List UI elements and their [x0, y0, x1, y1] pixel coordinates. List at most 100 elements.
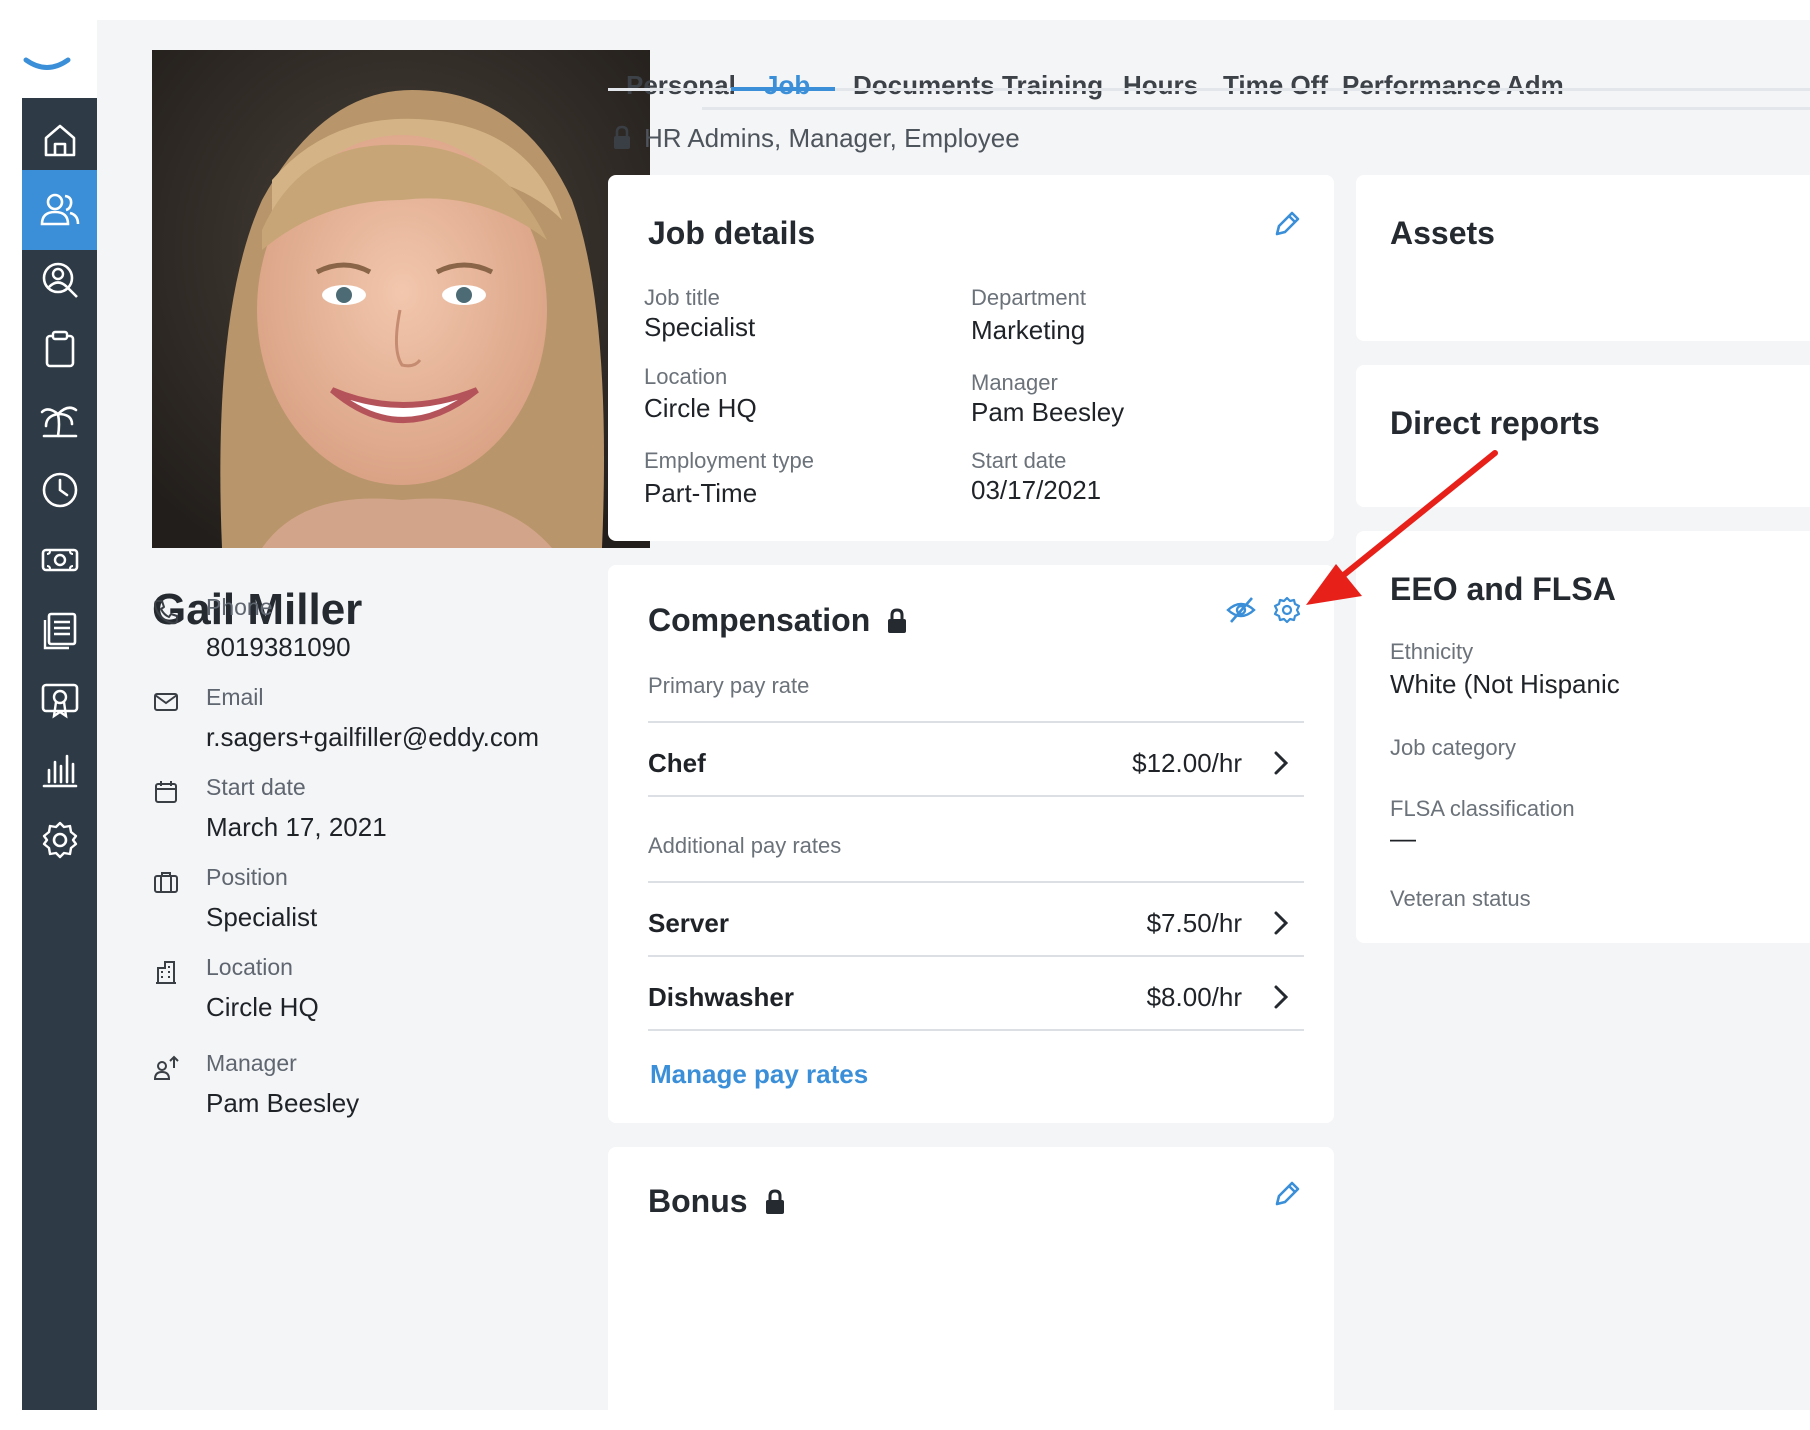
tab-time-off[interactable]: Time Off	[1223, 70, 1328, 101]
compensation-card: Compensation Primary pay rate Chef $12.0…	[608, 565, 1334, 1123]
divider	[648, 795, 1304, 797]
pay-rate-row-dishwasher[interactable]: Dishwasher $8.00/hr	[648, 956, 1304, 1040]
tab-hours[interactable]: Hours	[1123, 70, 1198, 101]
manager-label: Manager	[971, 370, 1058, 395]
briefcase-icon	[154, 872, 178, 893]
pay-rate-amount: $12.00/hr	[1132, 748, 1242, 778]
chevron-right-icon	[1274, 911, 1289, 935]
department-label: Department	[971, 285, 1086, 310]
sidebar-nav	[22, 98, 97, 1410]
bar-chart-icon	[42, 754, 77, 788]
edit-pencil-icon[interactable]	[1270, 1177, 1304, 1211]
profile-photo	[152, 50, 650, 548]
pay-rate-name: Dishwasher	[648, 982, 794, 1012]
tab-personal[interactable]: Personal	[626, 70, 736, 101]
phone-icon	[154, 600, 178, 625]
pay-rate-row-chef[interactable]: Chef $12.00/hr	[648, 722, 1304, 806]
lock-icon	[614, 125, 630, 149]
pay-rate-amount: $8.00/hr	[1146, 982, 1242, 1012]
tab-admin[interactable]: Adm	[1506, 70, 1564, 101]
building-icon	[156, 961, 176, 984]
divider	[648, 1029, 1304, 1031]
access-line: HR Admins, Manager, Employee	[612, 120, 1020, 156]
lock-icon	[765, 1188, 784, 1214]
nav-reports[interactable]	[22, 730, 97, 810]
mail-icon	[154, 693, 178, 711]
nav-settings[interactable]	[22, 800, 97, 880]
search-person-icon	[42, 262, 78, 298]
assets-title: Assets	[1390, 215, 1495, 251]
tab-job[interactable]: Job	[764, 70, 810, 101]
bonus-card: Bonus	[608, 1147, 1334, 1410]
clipboard-icon	[45, 330, 74, 368]
pay-rate-name: Server	[648, 908, 729, 938]
nav-recruiting[interactable]	[22, 240, 97, 320]
employment-type-value: Part-Time	[644, 478, 758, 508]
lock-icon	[888, 607, 907, 633]
chevron-right-icon	[1274, 985, 1289, 1009]
assets-card: Assets	[1356, 175, 1810, 341]
pay-rate-name: Chef	[648, 748, 706, 778]
app-frame: Gail Miller Phone 8019381090 Email r.sag…	[22, 20, 1810, 1410]
manager-value[interactable]: Pam Beesley	[206, 1088, 359, 1119]
nav-documents[interactable]	[22, 590, 97, 670]
primary-pay-rate-label: Primary pay rate	[648, 673, 810, 698]
access-text: HR Admins, Manager, Employee	[644, 122, 1020, 153]
nav-payroll[interactable]	[22, 520, 97, 600]
email-value[interactable]: r.sagers+gailfiller@eddy.com	[206, 722, 539, 753]
start-date-value: 03/17/2021	[971, 475, 1102, 505]
nav-home[interactable]	[22, 100, 97, 180]
pay-rate-row-server[interactable]: Server $7.50/hr	[648, 882, 1304, 966]
job-title-value: Specialist	[644, 312, 756, 342]
nav-people[interactable]	[22, 170, 97, 250]
bonus-title-row: Bonus	[648, 1183, 786, 1220]
nav-time-off[interactable]	[22, 380, 97, 460]
phone-label: Phone	[206, 594, 273, 620]
palm-tree-icon	[40, 406, 77, 438]
logo[interactable]	[22, 20, 97, 98]
additional-pay-rates-label: Additional pay rates	[648, 833, 842, 858]
nav-hours[interactable]	[22, 450, 97, 530]
flsa-classification-value: —	[1390, 823, 1416, 853]
bonus-title: Bonus	[648, 1183, 748, 1219]
manager-value: Pam Beesley	[971, 397, 1125, 427]
nav-onboarding[interactable]	[22, 310, 97, 390]
pay-rate-amount: $7.50/hr	[1146, 908, 1242, 938]
department-value: Marketing	[971, 315, 1086, 345]
job-details-title: Job details	[648, 215, 816, 251]
people-icon	[40, 193, 79, 226]
direct-reports-card: Direct reports	[1356, 365, 1810, 507]
position-value: Specialist	[206, 902, 318, 932]
eeo-flsa-card: EEO and FLSA Ethnicity White (Not Hispan…	[1356, 531, 1810, 943]
email-label: Email	[206, 684, 264, 710]
manage-pay-rates-link[interactable]: Manage pay rates	[650, 1059, 868, 1090]
job-category-label: Job category	[1390, 735, 1516, 760]
position-label: Position	[206, 864, 288, 890]
job-details-card: Job details Job title Specialist Departm…	[608, 175, 1334, 541]
nav-training[interactable]	[22, 660, 97, 740]
calendar-icon	[155, 781, 177, 803]
employment-type-label: Employment type	[644, 448, 814, 473]
veteran-status-label: Veteran status	[1390, 886, 1531, 911]
eye-slash-icon[interactable]	[1224, 593, 1258, 627]
manager-label: Manager	[206, 1050, 297, 1076]
edit-pencil-icon[interactable]	[1270, 207, 1304, 241]
location-value: Circle HQ	[206, 992, 319, 1022]
start-date-label: Start date	[206, 774, 306, 800]
tab-performance[interactable]: Performance	[1342, 70, 1501, 101]
money-icon	[41, 548, 78, 572]
location-label: Location	[644, 364, 728, 389]
start-date-value: March 17, 2021	[206, 812, 387, 842]
phone-value[interactable]: 8019381090	[206, 632, 351, 663]
direct-reports-title: Direct reports	[1390, 405, 1600, 441]
compensation-title-row: Compensation	[648, 602, 908, 639]
tab-training[interactable]: Training	[1002, 70, 1103, 101]
home-icon	[44, 124, 75, 157]
documents-icon	[43, 612, 76, 650]
location-value: Circle HQ	[644, 393, 757, 423]
gear-icon[interactable]	[1270, 593, 1304, 627]
ethnicity-label: Ethnicity	[1390, 639, 1474, 664]
tab-documents[interactable]: Documents	[853, 70, 995, 101]
eeo-flsa-title: EEO and FLSA	[1390, 571, 1616, 607]
chevron-right-icon	[1274, 751, 1289, 775]
